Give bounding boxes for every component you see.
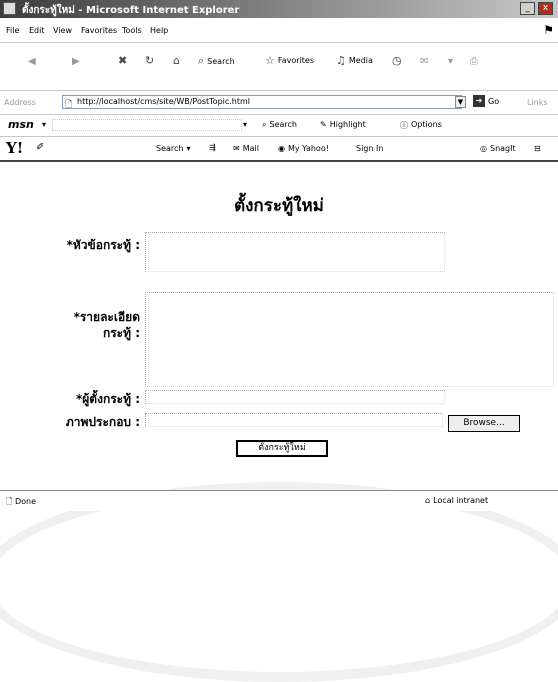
dropdown-icon: ▾ <box>186 144 191 153</box>
back-icon[interactable]: ◀ <box>28 56 36 67</box>
page-content: ตั้งกระทู้ใหม่ *หัวข้อกระทู้ : *รายละเอี… <box>0 162 558 682</box>
minimize-button[interactable]: _ <box>520 2 535 15</box>
history-button[interactable]: ◷ <box>392 54 402 67</box>
msn-highlight-button[interactable]: ✎ Highlight <box>320 120 366 129</box>
go-arrow-icon: ➜ <box>473 95 485 107</box>
menu-favorites[interactable]: Favorites <box>81 26 117 35</box>
envelope-icon: ✉ <box>233 144 240 153</box>
address-dropdown-icon[interactable]: ▼ <box>455 96 466 108</box>
image-file-input[interactable] <box>145 413 443 427</box>
close-button[interactable]: x <box>538 2 553 15</box>
msn-dropdown-icon[interactable]: ▾ <box>42 120 46 129</box>
snagit-window-icon[interactable]: ⊟ <box>534 144 541 153</box>
home-button[interactable]: ⌂ <box>173 54 180 67</box>
favorites-button[interactable]: ☆ Favorites <box>265 54 314 67</box>
pencil-icon[interactable]: ✐ <box>36 142 44 153</box>
yahoo-mail-button[interactable]: ✉ Mail <box>233 144 259 153</box>
yahoo-logo[interactable]: Y! <box>6 139 23 157</box>
page-done-icon: 🗋 <box>6 497 13 506</box>
menu-bar: File Edit View Favorites Tools Help ⚑ <box>0 18 558 43</box>
highlighter-icon[interactable]: ⇶ <box>209 143 216 152</box>
windows-flag-icon: ⚑ <box>543 23 554 37</box>
mail-dropdown-icon[interactable]: ▾ <box>448 56 453 67</box>
menu-view[interactable]: View <box>53 26 72 35</box>
topic-label: *หัวข้อกระทู้ : <box>66 238 140 252</box>
mail-icon[interactable]: ✉ <box>420 56 428 67</box>
msn-search-button[interactable]: ⌕ Search <box>262 120 297 130</box>
watermark-arc <box>0 482 558 682</box>
media-icon: ♫ <box>336 54 346 67</box>
stop-icon: ✖ <box>118 54 128 67</box>
page-title: ตั้งกระทู้ใหม่ <box>234 196 324 216</box>
menu-tools[interactable]: Tools <box>122 26 142 35</box>
search-button[interactable]: ⌕ Search <box>198 54 235 68</box>
image-label: ภาพประกอบ : <box>65 415 140 429</box>
standard-toolbar: ◀ ▶ ✖ ↻ ⌂ ⌕ Search ☆ Favorites ♫ Media ◷ ✉ … <box>0 42 558 91</box>
intranet-icon: ⌂ <box>425 496 431 505</box>
browse-button[interactable]: Browse... <box>448 415 520 432</box>
media-button[interactable]: ♫ Media <box>336 54 373 67</box>
window-title: ตั้งกระทู้ใหม่ - Microsoft Internet Expl… <box>22 5 240 16</box>
msn-options-button[interactable]: ⓘ Options <box>400 120 442 131</box>
status-bar: 🗋 Done ⌂ Local intranet <box>0 490 558 511</box>
go-button[interactable]: ➜ Go <box>473 95 499 107</box>
detail-label-line2: กระทู้ : <box>102 326 140 340</box>
address-url: http://localhost/cms/site/WB/PostTopic.h… <box>77 97 251 106</box>
author-input[interactable] <box>145 390 445 404</box>
snagit-icon: ◎ <box>480 144 487 153</box>
msn-logo[interactable]: msn <box>8 118 34 131</box>
yahoo-search-button[interactable]: Search ▾ <box>156 144 191 153</box>
my-yahoo-icon: ◉ <box>278 144 285 153</box>
detail-textarea[interactable] <box>145 292 554 387</box>
info-icon: ⓘ <box>400 121 408 130</box>
ie-icon <box>3 2 16 15</box>
my-yahoo-button[interactable]: ◉ My Yahoo! <box>278 144 329 153</box>
status-text: 🗋 Done <box>6 497 37 506</box>
refresh-icon: ↻ <box>145 54 155 67</box>
msn-search-dropdown-icon[interactable]: ▾ <box>243 120 247 129</box>
msn-search-input[interactable] <box>52 119 242 131</box>
msn-toolbar: msn ▾ ▾ ⌕ Search ✎ Highlight ⓘ Options <box>0 114 558 137</box>
page-icon: 🗋 <box>65 100 73 110</box>
menu-file[interactable]: File <box>6 26 19 35</box>
links-button[interactable]: Links <box>527 98 548 107</box>
security-zone: ⌂ Local intranet <box>425 496 489 505</box>
address-label: Address <box>4 98 36 107</box>
refresh-button[interactable]: ↻ <box>145 54 154 67</box>
title-bar[interactable]: ตั้งกระทู้ใหม่ - Microsoft Internet Expl… <box>0 0 558 18</box>
print-icon[interactable]: ⎙ <box>470 56 478 67</box>
sign-in-link[interactable]: Sign In <box>356 144 383 153</box>
address-input[interactable]: 🗋 http://localhost/cms/site/WB/PostTopic… <box>62 95 462 110</box>
topic-input[interactable] <box>145 232 445 272</box>
highlight-icon: ✎ <box>320 120 327 129</box>
home-icon: ⌂ <box>173 54 180 67</box>
forward-icon[interactable]: ▶ <box>72 56 80 67</box>
author-label: *ผู้ตั้งกระทู้ : <box>75 392 140 406</box>
stop-button[interactable]: ✖ <box>118 54 127 67</box>
submit-button[interactable]: ตั้งกระทู้ใหม่ <box>236 440 328 457</box>
star-icon: ☆ <box>265 54 275 67</box>
menu-help[interactable]: Help <box>150 26 168 35</box>
menu-edit[interactable]: Edit <box>29 26 45 35</box>
history-icon: ◷ <box>392 54 402 67</box>
search-icon: ⌕ <box>198 54 205 67</box>
search-icon: ⌕ <box>262 120 267 129</box>
yahoo-toolbar: Y! ✐ Search ▾ ⇶ ✉ Mail ◉ My Yahoo! Sign … <box>0 136 558 162</box>
snagit-button[interactable]: ◎ SnagIt <box>480 144 516 153</box>
